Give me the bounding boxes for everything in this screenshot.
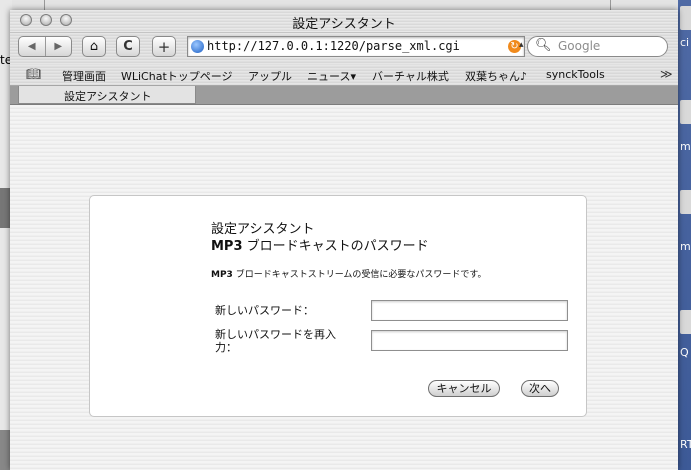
bookmarks-bar: 📖︎ 管理画面 WLiChatトップページ アップル ニュース▾ バーチャル株式… bbox=[10, 65, 678, 86]
background-divider bbox=[44, 0, 45, 10]
setup-dialog: 設定アシスタント MP3 ブロードキャストのパスワード MP3 ブロードキャスト… bbox=[89, 195, 587, 417]
bookmark-item[interactable]: WLiChatトップページ bbox=[121, 68, 233, 84]
subtitle-text: ブロードキャストのパスワード bbox=[242, 239, 429, 254]
plus-icon: + bbox=[157, 37, 171, 56]
add-bookmark-button[interactable]: + bbox=[152, 36, 176, 57]
home-icon: ⌂ bbox=[89, 39, 99, 54]
dialog-description: MP3 ブロードキャストストリームの受信に必要なパスワードです。 bbox=[211, 267, 487, 280]
address-bar[interactable]: http://127.0.0.1:1220/parse_xml.cgi ↻ bbox=[187, 36, 525, 57]
background-divider bbox=[610, 0, 611, 10]
next-button[interactable]: 次へ bbox=[521, 380, 559, 397]
desktop-icon-label: me bbox=[680, 240, 691, 253]
confirm-password-field[interactable] bbox=[371, 330, 568, 351]
bookmark-item[interactable]: synckTools bbox=[546, 68, 605, 81]
reload-icon: C bbox=[123, 39, 133, 54]
subtitle-bold: MP3 bbox=[211, 239, 243, 254]
bookmark-item[interactable]: バーチャル株式 bbox=[372, 68, 449, 84]
dialog-subtitle: MP3 ブロードキャストのパスワード bbox=[211, 235, 429, 254]
back-button[interactable]: ◀ bbox=[19, 37, 45, 56]
search-icon[interactable]: 🔍︎ bbox=[535, 38, 552, 53]
search-field[interactable]: ▴ 🔍︎ Google bbox=[519, 36, 668, 57]
globe-icon bbox=[191, 40, 204, 53]
browser-window: 設定アシスタント ◀ ▶ ⌂ C + http://127.0.0.1:1220… bbox=[10, 10, 678, 470]
forward-button[interactable]: ▶ bbox=[46, 37, 72, 56]
home-button[interactable]: ⌂ bbox=[82, 36, 106, 57]
desktop-icon-label: m bbox=[680, 140, 691, 153]
more-bookmarks-icon[interactable]: ≫ bbox=[660, 67, 673, 81]
desktop-icon-label: ci bbox=[680, 36, 690, 49]
bookmark-item[interactable]: 双葉ちゃん♪ bbox=[465, 68, 527, 84]
title-bar[interactable]: 設定アシスタント bbox=[10, 10, 678, 33]
description-bold: MP3 bbox=[211, 270, 233, 280]
tab-setup-assistant[interactable]: 設定アシスタント bbox=[18, 86, 196, 104]
desktop-icon-label: Q bbox=[680, 346, 689, 359]
tab-bar: 設定アシスタント bbox=[10, 86, 678, 105]
bookmark-item[interactable]: アップル bbox=[248, 68, 292, 84]
forward-arrow-icon: ▶ bbox=[54, 41, 63, 52]
reload-button[interactable]: C bbox=[116, 36, 140, 57]
disk-icon[interactable] bbox=[680, 100, 691, 124]
page-content: 設定アシスタント MP3 ブロードキャストのパスワード MP3 ブロードキャスト… bbox=[10, 105, 678, 470]
chevron-up-icon[interactable]: ▴ bbox=[519, 40, 524, 50]
desktop-edge: ci m me Q RTS bbox=[678, 0, 691, 470]
new-password-label: 新しいパスワード： bbox=[215, 304, 314, 317]
tab-label: 設定アシスタント bbox=[64, 90, 152, 103]
back-forward-buttons: ◀ ▶ bbox=[18, 36, 72, 57]
background-window-strip bbox=[0, 0, 691, 10]
confirm-password-label: 新しいパスワードを再入力： bbox=[215, 328, 336, 354]
description-text: ブロードキャストストリームの受信に必要なパスワードです。 bbox=[232, 270, 487, 280]
disk-icon[interactable] bbox=[680, 310, 691, 334]
bookmark-item[interactable]: 管理画面 bbox=[62, 68, 106, 84]
desktop-icon-label: RTS bbox=[680, 438, 691, 451]
disk-icon[interactable] bbox=[680, 190, 691, 214]
book-icon[interactable]: 📖︎ bbox=[26, 67, 41, 81]
back-arrow-icon: ◀ bbox=[27, 41, 36, 52]
address-url: http://127.0.0.1:1220/parse_xml.cgi bbox=[207, 39, 460, 53]
window-title: 設定アシスタント bbox=[292, 17, 396, 32]
search-placeholder: Google bbox=[558, 39, 601, 53]
cancel-button[interactable]: キャンセル bbox=[428, 380, 500, 397]
bookmark-item[interactable]: ニュース▾ bbox=[307, 68, 356, 84]
toolbar: ◀ ▶ ⌂ C + http://127.0.0.1:1220/parse_xm… bbox=[10, 33, 678, 65]
new-password-field[interactable] bbox=[371, 300, 568, 321]
disk-icon[interactable] bbox=[680, 6, 691, 30]
